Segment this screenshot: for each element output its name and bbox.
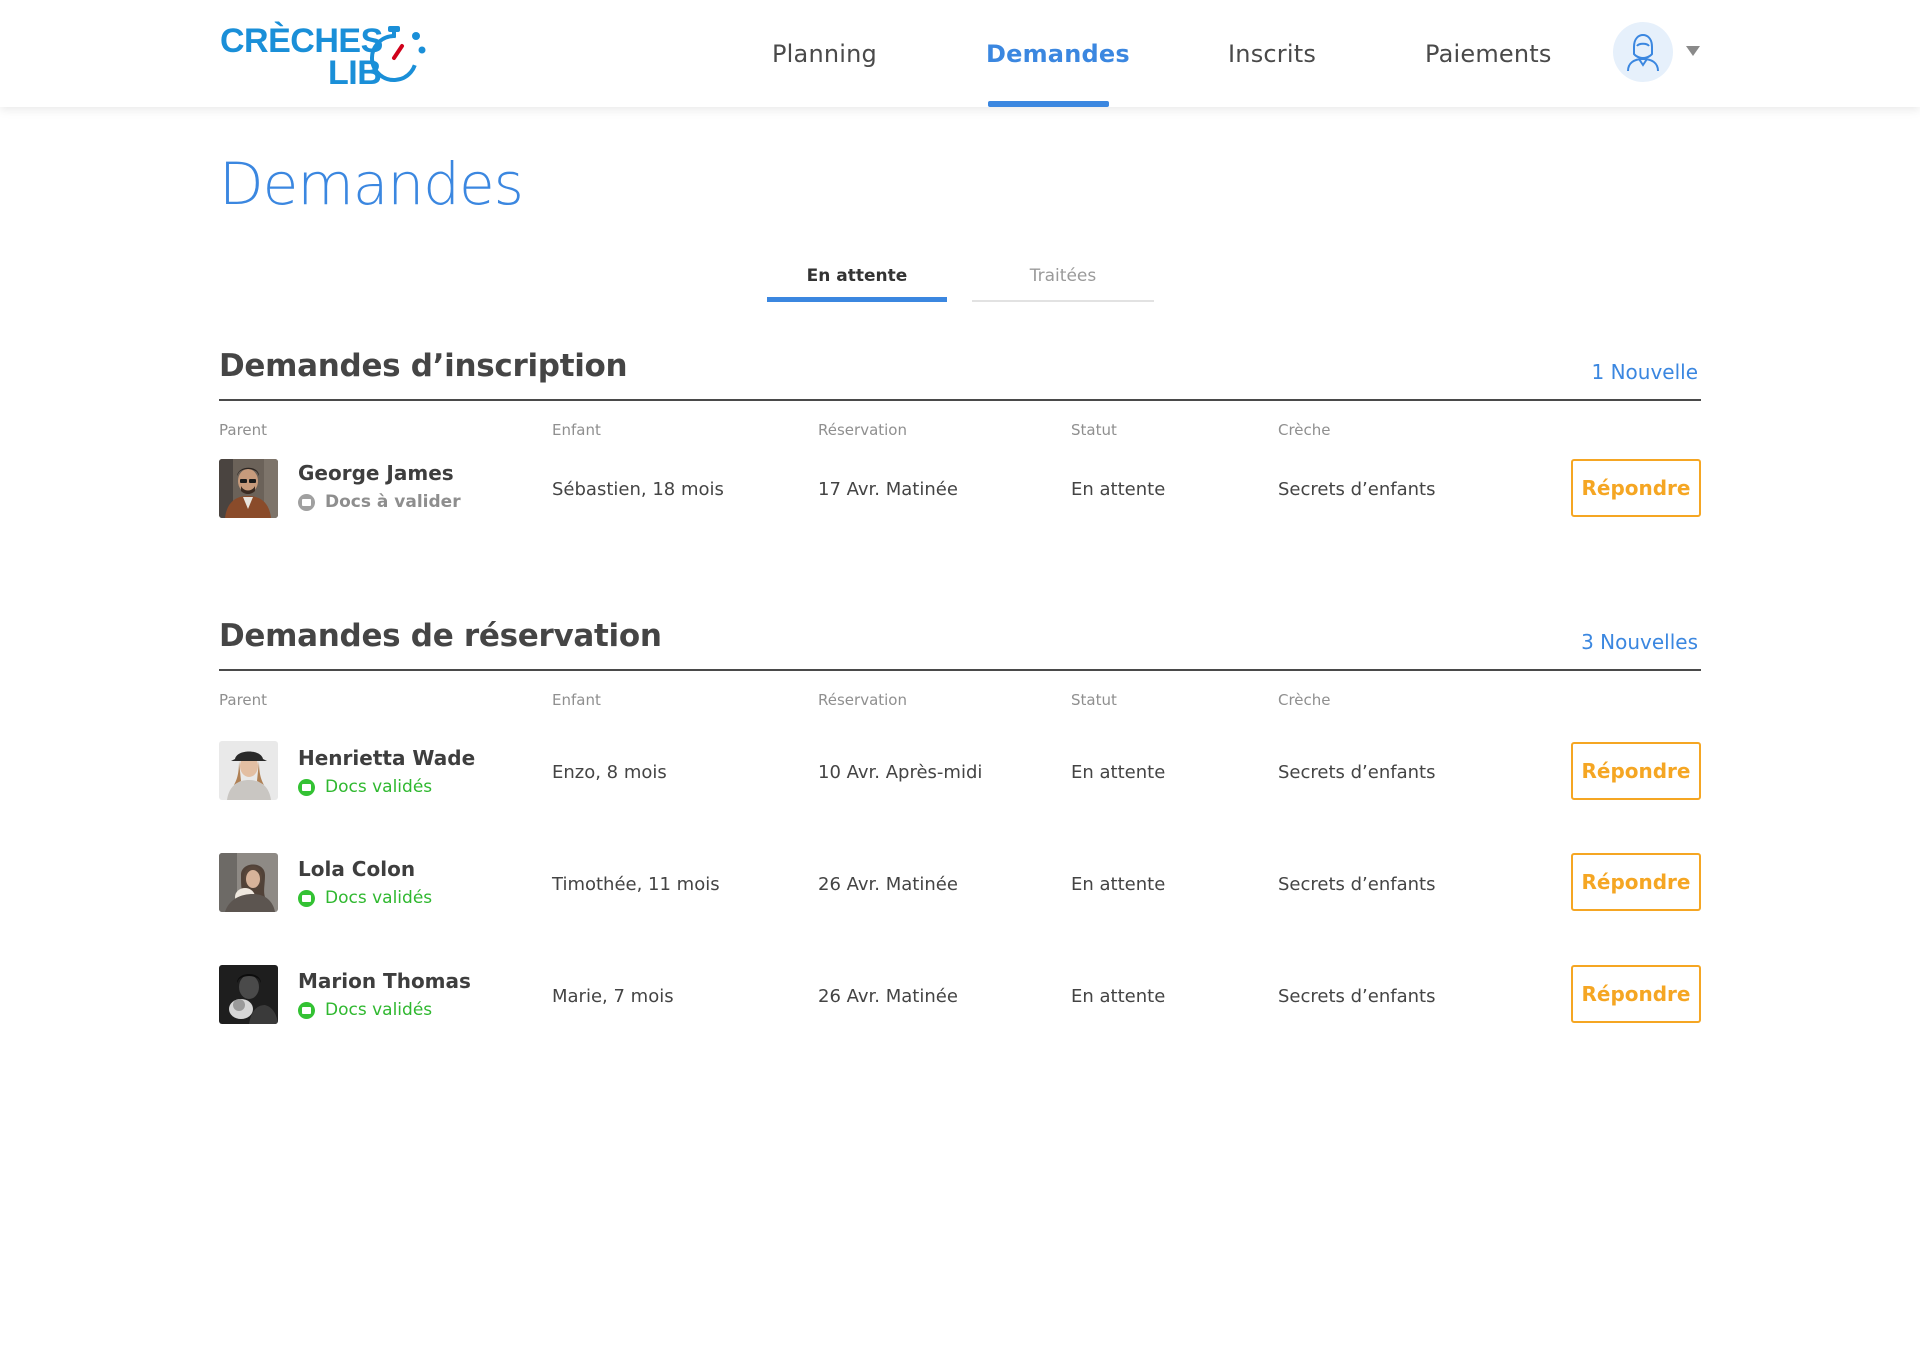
- cell-creche: Secrets d’enfants: [1278, 479, 1436, 500]
- section-divider: [219, 669, 1701, 671]
- section-divider: [219, 399, 1701, 401]
- nav-paiements[interactable]: Paiements: [1425, 40, 1552, 68]
- cell-creche: Secrets d’enfants: [1278, 762, 1436, 783]
- col-head-reservation: Réservation: [818, 421, 907, 439]
- docs-status-label: Docs validés: [325, 888, 433, 908]
- cell-enfant: Sébastien, 18 mois: [552, 479, 724, 500]
- parent-name[interactable]: Marion Thomas: [298, 969, 471, 993]
- cell-enfant: Enzo, 8 mois: [552, 762, 667, 783]
- repondre-button[interactable]: Répondre: [1571, 853, 1701, 911]
- parent-avatar: [219, 853, 278, 912]
- inscription-count[interactable]: 1 Nouvelle: [1591, 360, 1698, 384]
- nav-planning[interactable]: Planning: [772, 40, 877, 68]
- cell-statut: En attente: [1071, 986, 1166, 1007]
- nav-demandes[interactable]: Demandes: [986, 40, 1130, 68]
- docs-status: Docs à valider: [298, 492, 461, 512]
- tab-traitees[interactable]: Traitées: [972, 266, 1154, 302]
- cell-reservation: 26 Avr. Matinée: [818, 874, 958, 895]
- document-check-icon: [298, 1001, 315, 1019]
- docs-status: Docs validés: [298, 777, 432, 797]
- col-head-enfant: Enfant: [552, 421, 601, 439]
- user-avatar[interactable]: [1613, 22, 1673, 82]
- section-title-inscription: Demandes d’inscription: [219, 348, 628, 384]
- brand-logo[interactable]: CRÈCHES LIB: [218, 22, 426, 92]
- top-header: CRÈCHES LIB Planning Demandes Inscrits P…: [0, 0, 1920, 107]
- section-title-reservation: Demandes de réservation: [219, 618, 662, 654]
- reservation-count[interactable]: 3 Nouvelles: [1581, 630, 1698, 654]
- document-check-icon: [298, 889, 315, 907]
- parent-avatar: [219, 965, 278, 1024]
- col-head-enfant: Enfant: [552, 691, 601, 709]
- docs-status-label: Docs validés: [325, 1000, 433, 1020]
- cell-creche: Secrets d’enfants: [1278, 986, 1436, 1007]
- cell-statut: En attente: [1071, 874, 1166, 895]
- docs-status-label: Docs à valider: [325, 492, 461, 512]
- stopwatch-icon: [370, 26, 426, 82]
- col-head-statut: Statut: [1071, 421, 1117, 439]
- parent-name[interactable]: Henrietta Wade: [298, 746, 475, 770]
- nav-inscrits[interactable]: Inscrits: [1228, 40, 1316, 68]
- user-avatar-icon: [1627, 33, 1659, 72]
- page-title: Demandes: [219, 150, 524, 218]
- parent-avatar: [219, 459, 278, 518]
- docs-status: Docs validés: [298, 1000, 432, 1020]
- cell-statut: En attente: [1071, 762, 1166, 783]
- repondre-button[interactable]: Répondre: [1571, 459, 1701, 517]
- parent-name[interactable]: Lola Colon: [298, 857, 415, 881]
- cell-statut: En attente: [1071, 479, 1166, 500]
- cell-enfant: Timothée, 11 mois: [552, 874, 720, 895]
- col-head-parent: Parent: [219, 421, 268, 439]
- caret-down-icon[interactable]: [1686, 46, 1700, 56]
- parent-avatar: [219, 741, 278, 800]
- document-icon: [298, 493, 315, 511]
- cell-reservation: 10 Avr. Après-midi: [818, 762, 983, 783]
- cell-enfant: Marie, 7 mois: [552, 986, 674, 1007]
- col-head-statut: Statut: [1071, 691, 1117, 709]
- repondre-button[interactable]: Répondre: [1571, 742, 1701, 800]
- tab-en-attente[interactable]: En attente: [767, 266, 947, 302]
- cell-creche: Secrets d’enfants: [1278, 874, 1436, 895]
- repondre-button[interactable]: Répondre: [1571, 965, 1701, 1023]
- nav-active-indicator: [988, 101, 1109, 107]
- cell-reservation: 26 Avr. Matinée: [818, 986, 958, 1007]
- cell-reservation: 17 Avr. Matinée: [818, 479, 958, 500]
- col-head-parent: Parent: [219, 691, 268, 709]
- docs-status-label: Docs validés: [325, 777, 433, 797]
- col-head-reservation: Réservation: [818, 691, 907, 709]
- docs-status: Docs validés: [298, 888, 432, 908]
- col-head-creche: Crèche: [1278, 691, 1331, 709]
- parent-name[interactable]: George James: [298, 461, 454, 485]
- col-head-creche: Crèche: [1278, 421, 1331, 439]
- document-check-icon: [298, 778, 315, 796]
